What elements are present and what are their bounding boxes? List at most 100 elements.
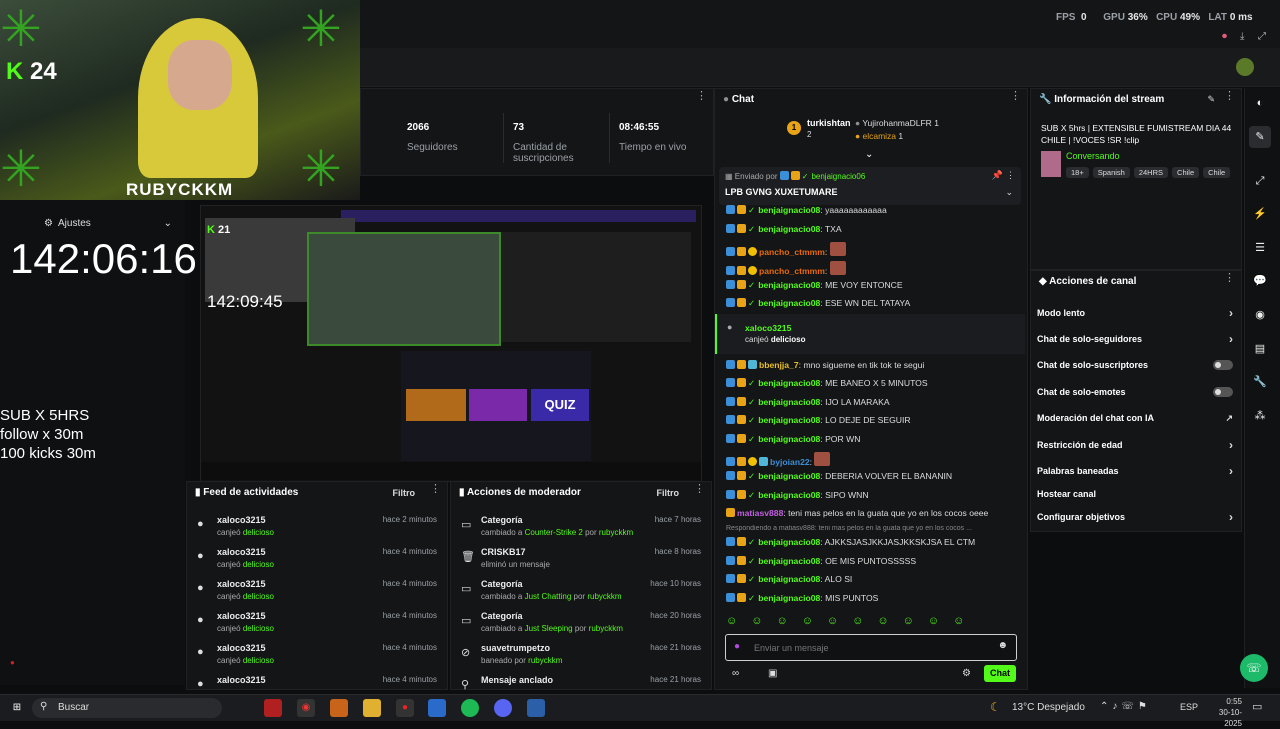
folder-icon[interactable] (363, 699, 381, 717)
clock[interactable]: 0:55 30-10-2025 (1202, 696, 1242, 729)
app-icon[interactable] (330, 699, 348, 717)
chat-message[interactable]: ✓ benjaignacio08: ME VOY ENTONCE (726, 280, 1016, 291)
send-chat-button[interactable]: Chat (984, 665, 1016, 682)
chat-username[interactable]: pancho_ctmmm (759, 266, 825, 276)
kebab-icon[interactable]: ⋮ (430, 482, 441, 495)
mod-row[interactable]: 🗑 CRISKB17 eliminó un mensaje hace 8 horas (451, 544, 709, 576)
chat-message[interactable]: ✓ benjaignacio08: TXA (726, 224, 1016, 235)
action-banned-words[interactable]: Palabras baneadas › (1037, 459, 1233, 483)
support-chat-icon[interactable]: ☏ (1240, 654, 1268, 682)
microphone-icon[interactable]: ● (734, 641, 740, 652)
action-slow-mode[interactable]: Modo lento › (1037, 301, 1233, 325)
kebab-icon[interactable]: ⋮ (1224, 89, 1235, 102)
leader-row[interactable]: ● YujirohanmaDLFR 1 (855, 118, 939, 128)
chat-message[interactable]: ✓ benjaignacio08: SIPO WNN (726, 490, 1016, 501)
chat-message[interactable]: ✓ benjaignacio08: DEBERIA VOLVER EL BANAN… (726, 471, 1016, 482)
chat-username[interactable]: benjaignacio08 (758, 224, 820, 234)
action-configure-goals[interactable]: Configurar objetivos › (1037, 505, 1233, 529)
chevron-down-icon[interactable]: ⌄ (1005, 187, 1013, 198)
gift-icon[interactable]: ▣ (768, 668, 777, 679)
kebab-icon[interactable]: ⋮ (696, 89, 707, 102)
language-indicator[interactable]: ESP (1180, 702, 1198, 712)
chat-message[interactable]: bbenjja_7: mno sigueme en tik tok te seg… (726, 360, 1016, 370)
chat-bubble-icon[interactable]: 💬 (1249, 270, 1271, 292)
wrench-icon[interactable]: 🔧 (1249, 371, 1271, 393)
action-subscribers-only[interactable]: Chat de solo-suscriptores (1037, 353, 1233, 377)
chat-message[interactable]: ✓ benjaignacio08: OE MIS PUNTOSSSSS (726, 556, 1016, 567)
kebab-icon[interactable]: ⋮ (1224, 271, 1235, 284)
chat-username[interactable]: benjaignacio08 (758, 415, 820, 425)
chat-username[interactable]: benjaignacio08 (758, 298, 820, 308)
users-icon[interactable]: ⁂ (1249, 405, 1271, 427)
chat-username[interactable]: matiasv888 (737, 508, 783, 518)
download-icon[interactable]: ⤓ (1240, 31, 1244, 42)
action-age-restriction[interactable]: Restricción de edad › (1037, 433, 1233, 457)
chevron-down-icon[interactable]: ⌄ (865, 149, 873, 160)
chat-message[interactable]: matiasv888: teni mas pelos en la guata q… (726, 508, 1016, 518)
chat-message[interactable]: ✓ benjaignacio08: LO DEJE DE SEGUIR (726, 415, 1016, 426)
chat-username[interactable]: benjaignacio08 (758, 556, 820, 566)
chat-message[interactable]: ✓ benjaignacio08: MIS PUNTOS (726, 593, 1016, 604)
weather-label[interactable]: 13°C Despejado (1012, 702, 1085, 713)
chat-username[interactable]: benjaignacio08 (758, 537, 820, 547)
system-tray-icons[interactable]: ⌃♪☏⚑ (1100, 701, 1151, 712)
stream-preview[interactable]: K 21 142:09:45 QUIZ (200, 205, 702, 482)
chat-message[interactable]: ✓ benjaignacio08: ME BANEO X 5 MINUTOS (726, 378, 1016, 389)
layout-icon[interactable]: ▤ (1249, 338, 1271, 360)
lightning-icon[interactable]: ⚡ (1249, 203, 1271, 225)
toggle-switch[interactable] (1213, 387, 1233, 397)
app-icon[interactable] (264, 699, 282, 717)
chat-message[interactable]: ✓ benjaignacio08: POR WN (726, 434, 1016, 445)
chat-username[interactable]: benjaignacio08 (758, 378, 820, 388)
expand-icon[interactable]: ⤢ (1258, 31, 1266, 42)
chat-username[interactable]: byjoian22 (770, 457, 810, 467)
gear-icon[interactable]: ⚙ (962, 668, 971, 679)
store-icon[interactable] (428, 699, 446, 717)
chat-username[interactable]: benjaignacio08 (758, 434, 820, 444)
feed-row[interactable]: ● xaloco3215 canjeó delicioso hace 4 minuto… (187, 544, 445, 576)
chevron-down-icon[interactable]: ⌄ (164, 218, 172, 229)
chat-message[interactable]: ✓ benjaignacio08: ALO SI (726, 574, 1016, 585)
chat-input[interactable] (752, 639, 986, 657)
chat-message[interactable]: ✓ benjaignacio08: AJKKSJASJKKJASJKKSKJSA … (726, 537, 1016, 548)
notification-icon[interactable]: ▭ (1252, 700, 1262, 713)
feed-row[interactable]: ● xaloco3215 canjeó delicioso hace 4 minuto… (187, 608, 445, 640)
chat-username[interactable]: benjaignacio08 (758, 490, 820, 500)
chat-username[interactable]: benjaignacio08 (758, 574, 820, 584)
app-icon[interactable]: ● (396, 699, 414, 717)
chat-username[interactable]: benjaignacio08 (758, 593, 820, 603)
emote-bar[interactable]: ☺☺☺☺☺☺☺☺☺☺ (726, 615, 1022, 631)
discord-icon[interactable] (494, 699, 512, 717)
record-icon[interactable]: ⏺ (1222, 31, 1227, 42)
chat-message[interactable]: ✓ benjaignacio08: ESE WN DEL TATAYA (726, 298, 1016, 309)
chat-username[interactable]: benjaignacio08 (758, 280, 820, 290)
toggle-switch[interactable] (1213, 360, 1233, 370)
settings-header[interactable]: ⚙ Ajustes ⌄ (44, 218, 172, 229)
chat-message[interactable]: ✓ benjaignacio08: yaaaaaaaaaaaa (726, 205, 1016, 216)
mod-row[interactable]: ▭ Categoría cambiado a Counter-Strike 2 po… (451, 512, 709, 544)
chat-username[interactable]: benjaignacio08 (758, 397, 820, 407)
expand-icon[interactable]: ⤢ (1249, 170, 1271, 192)
leader-row[interactable]: ● elcamiza 1 (855, 131, 903, 141)
mod-row[interactable]: ▭ Categoría cambiado a Just Chatting por r… (451, 576, 709, 608)
feed-row[interactable]: ● xaloco3215 canjeó delicioso hace 2 minuto… (187, 512, 445, 544)
chat-message[interactable]: ✓ benjaignacio08: IJO LA MARAKA (726, 397, 1016, 408)
feed-row[interactable]: ● xaloco3215 canjeó delicioso hace 4 minuto… (187, 640, 445, 672)
edit-icon[interactable]: ✎ (1207, 94, 1215, 105)
chat-username[interactable]: bbenjja_7 (759, 360, 799, 370)
obs-icon[interactable]: ◉ (297, 699, 315, 717)
mod-row[interactable]: ▭ Categoría cambiado a Just Sleeping por r… (451, 608, 709, 640)
leader-name[interactable]: turkishtan (807, 118, 851, 128)
action-host-channel[interactable]: Hostear canal (1037, 482, 1233, 506)
windows-start-icon[interactable]: ⊞ (8, 699, 26, 717)
taskbar-search[interactable]: ⚲ Buscar (32, 698, 222, 718)
app-icon[interactable] (527, 699, 545, 717)
action-emotes-only[interactable]: Chat de solo-emotes (1037, 380, 1233, 404)
broadcast-icon[interactable]: ◉ (1249, 304, 1271, 326)
chat-message[interactable]: pancho_ctmmm: (726, 261, 1016, 276)
edit-icon[interactable]: ✎ (1249, 126, 1271, 148)
mod-row[interactable]: ⊘ suavetrumpetzo baneado por rubyckkm hace … (451, 640, 709, 672)
pin-icon[interactable]: 📌 (992, 170, 1003, 181)
chat-message[interactable]: pancho_ctmmm: (726, 242, 1016, 257)
action-followers-only[interactable]: Chat de solo-seguidores › (1037, 327, 1233, 351)
